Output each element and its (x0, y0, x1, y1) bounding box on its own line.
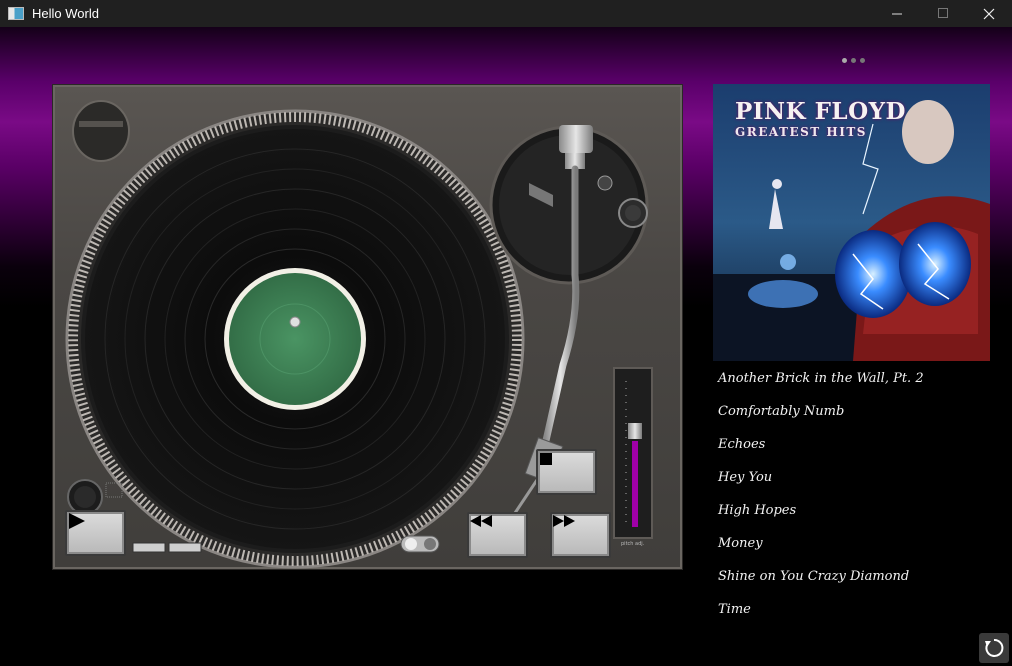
main-area: pitch adj. PINK FLOYD GREATEST HITS Anot… (0, 27, 1012, 666)
track-item[interactable]: Time (718, 602, 924, 635)
stop-button[interactable] (536, 449, 597, 495)
pitch-level-bar (632, 441, 638, 527)
fast-forward-icon (553, 515, 575, 527)
spindle (289, 316, 301, 328)
speed-33-button[interactable] (132, 542, 166, 553)
window-title: Hello World (32, 6, 99, 21)
maximize-button[interactable] (920, 0, 966, 27)
maximize-icon (937, 8, 948, 18)
turntable-graphic: pitch adj. (65, 100, 653, 569)
minimize-icon (891, 13, 902, 15)
track-item[interactable]: Hey You (718, 470, 924, 503)
track-item[interactable]: Echoes (718, 437, 924, 470)
album-cover: PINK FLOYD GREATEST HITS (713, 84, 990, 361)
counterweight[interactable] (559, 125, 593, 153)
stop-icon (540, 453, 552, 465)
pitch-label: pitch adj. (621, 541, 645, 547)
minimize-button[interactable] (874, 0, 920, 27)
turntable: pitch adj. (52, 84, 683, 570)
hinge-cutout (72, 100, 130, 162)
rewind-icon (470, 515, 492, 527)
track-item[interactable]: High Hopes (718, 503, 924, 536)
page-dot[interactable] (842, 58, 847, 63)
track-item[interactable]: Another Brick in the Wall, Pt. 2 (718, 371, 924, 404)
page-dot[interactable] (860, 58, 865, 63)
window-controls (874, 0, 1012, 27)
speed-45-button[interactable] (168, 542, 202, 553)
close-button[interactable] (966, 0, 1012, 27)
album-title: PINK FLOYD (735, 98, 906, 125)
play-button[interactable] (65, 510, 126, 556)
track-item[interactable]: Shine on You Crazy Diamond (718, 569, 924, 602)
album-subtitle: GREATEST HITS (735, 125, 867, 139)
track-list: Another Brick in the Wall, Pt. 2 Comfort… (718, 371, 924, 635)
record-label (229, 273, 361, 405)
page-dot[interactable] (851, 58, 856, 63)
fast-forward-button[interactable] (550, 512, 611, 558)
close-icon (983, 8, 995, 19)
page-indicator (842, 58, 865, 63)
track-item[interactable]: Comfortably Numb (718, 404, 924, 437)
track-item[interactable]: Money (718, 536, 924, 569)
title-bar: Hello World (0, 0, 1012, 27)
rewind-button[interactable] (467, 512, 528, 558)
pitch-slider-handle[interactable] (628, 423, 642, 439)
app-icon (8, 7, 24, 20)
play-icon (69, 513, 85, 529)
refresh-button[interactable] (979, 633, 1009, 663)
refresh-icon (985, 638, 1004, 657)
